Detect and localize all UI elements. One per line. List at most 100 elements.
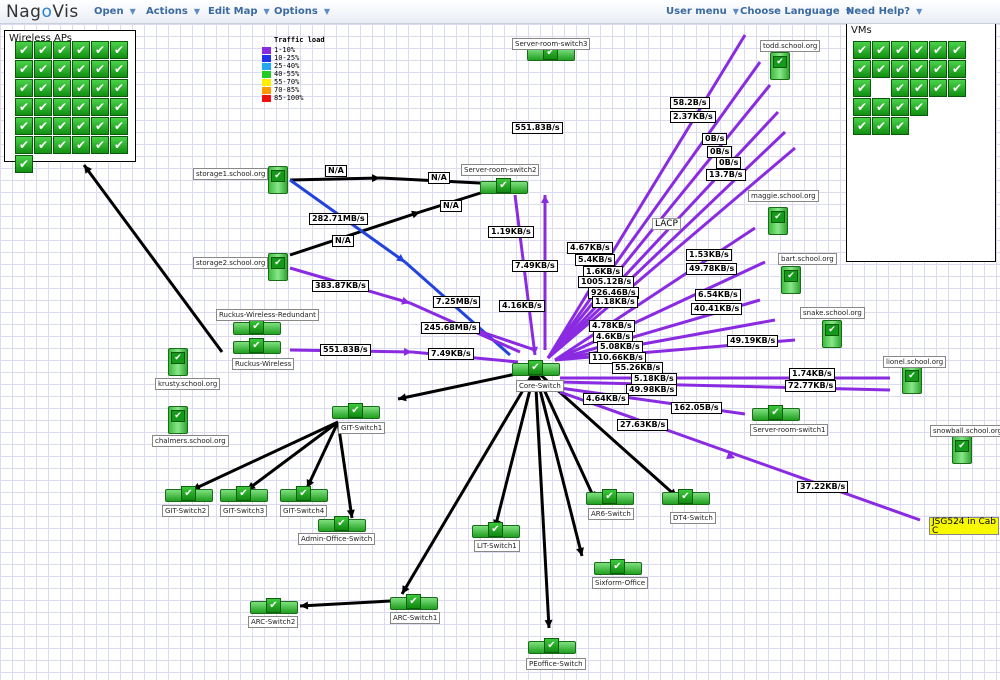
switch-icon-sixform[interactable]: ✔ [594, 559, 642, 575]
node-label-admin[interactable]: Admin-Office-Switch [298, 533, 376, 545]
menu-actions[interactable]: Actions ▼ [146, 6, 200, 17]
traffic-label-t4[interactable]: N/A [332, 235, 354, 247]
status-ok-tile[interactable]: ✔ [53, 98, 71, 116]
node-label-todd[interactable]: todd.school.org [760, 40, 821, 52]
server-icon-todd[interactable]: ✔ [770, 52, 790, 80]
node-label-storage1[interactable]: storage1.school.org [193, 168, 269, 180]
node-label-snowball[interactable]: snowball.school.org [930, 425, 1000, 437]
link-line[interactable] [533, 369, 551, 629]
status-ok-tile[interactable]: ✔ [53, 41, 71, 59]
traffic-label-t40[interactable]: 72.77KB/s [785, 380, 837, 392]
status-ok-tile[interactable]: ✔ [34, 79, 52, 97]
status-ok-tile[interactable]: ✔ [72, 41, 90, 59]
node-label-lit[interactable]: LIT-Switch1 [474, 540, 520, 552]
traffic-label-t38[interactable]: 49.98KB/s [626, 384, 678, 396]
status-ok-tile[interactable]: ✔ [34, 117, 52, 135]
status-ok-tile[interactable]: ✔ [872, 98, 890, 116]
node-label-snake[interactable]: snake.school.org [800, 307, 865, 319]
wireless-aps-group[interactable]: Wireless APs ✔ ✔ ✔ ✔ ✔ ✔ ✔ ✔ ✔ ✔ ✔ ✔ ✔ ✔ ✔ ✔ ✔ ✔ ✔ ✔ ✔ ✔ ✔ ✔ ✔ ✔ ✔… [4, 30, 136, 173]
traffic-label-t44[interactable]: 37.22KB/s [797, 481, 849, 493]
status-ok-tile[interactable]: ✔ [948, 79, 966, 97]
status-ok-tile[interactable]: ✔ [91, 117, 109, 135]
status-ok-tile[interactable]: ✔ [34, 41, 52, 59]
traffic-label-t42[interactable]: 162.05B/s [671, 402, 722, 414]
switch-icon-ruckus[interactable]: ✔ [233, 338, 281, 354]
node-label-srs3[interactable]: Server-room-switch3 [512, 38, 591, 50]
status-ok-tile[interactable]: ✔ [110, 79, 128, 97]
traffic-label-t21[interactable]: 4.67KB/s [567, 242, 613, 254]
traffic-label-t28[interactable]: 49.78KB/s [686, 263, 738, 275]
node-label-maggie[interactable]: maggie.school.org [748, 190, 819, 202]
traffic-label-t5[interactable]: 282.71MB/s [309, 213, 368, 225]
switch-icon-srs1[interactable]: ✔ [752, 405, 800, 421]
traffic-label-t7[interactable]: 1.19KB/s [488, 226, 534, 238]
switch-icon-ruckus_red[interactable]: ✔ [233, 319, 281, 335]
status-ok-tile[interactable]: ✔ [15, 41, 33, 59]
link-line[interactable] [289, 176, 381, 182]
status-ok-tile[interactable]: ✔ [891, 98, 909, 116]
status-ok-tile[interactable]: ✔ [15, 136, 33, 154]
status-ok-tile[interactable]: ✔ [15, 155, 33, 173]
traffic-label-t8[interactable]: 7.49KB/s [512, 260, 558, 272]
switch-icon-arc2[interactable]: ✔ [250, 598, 298, 614]
switch-icon-git4[interactable]: ✔ [280, 486, 328, 502]
node-label-git2[interactable]: GIT-Switch2 [162, 505, 210, 517]
vms-group[interactable]: VMs ✔ ✔ ✔ ✔ ✔ ✔ ✔ ✔ ✔ ✔ ✔ ✔ ✔ ✔ ✔ ✔ ✔ ✔ ✔ ✔ ✔ ✔ ✔ ✔ [846, 22, 996, 262]
status-ok-tile[interactable]: ✔ [891, 41, 909, 59]
traffic-label-t20[interactable]: 13.7B/s [706, 169, 746, 181]
nagvis-logo[interactable]: NagoVis [6, 2, 79, 22]
node-label-srs1[interactable]: Server-room-switch1 [750, 424, 829, 436]
node-label-arc2[interactable]: ARC-Switch2 [248, 616, 299, 628]
status-ok-tile[interactable]: ✔ [110, 136, 128, 154]
link-line[interactable] [400, 369, 537, 595]
link-line[interactable] [559, 380, 891, 392]
traffic-label-t30[interactable]: 40.41KB/s [691, 303, 743, 315]
switch-icon-git3[interactable]: ✔ [220, 486, 268, 502]
node-label-ruckus[interactable]: Ruckus-Wireless [232, 358, 295, 370]
status-ok-tile[interactable]: ✔ [872, 60, 890, 78]
traffic-label-t2[interactable]: N/A [428, 172, 450, 184]
server-icon-maggie[interactable]: ✔ [768, 207, 788, 235]
traffic-label-t3[interactable]: N/A [440, 200, 462, 212]
menu-open[interactable]: Open ▼ [94, 6, 136, 17]
link-line[interactable] [246, 420, 339, 492]
status-ok-tile[interactable]: ✔ [110, 60, 128, 78]
node-label-arc1[interactable]: ARC-Switch1 [390, 612, 441, 624]
status-ok-tile[interactable]: ✔ [853, 41, 871, 59]
traffic-label-t11[interactable]: 4.16KB/s [499, 300, 545, 312]
node-label-core[interactable]: Core-Switch [516, 380, 564, 392]
status-ok-tile[interactable]: ✔ [853, 79, 871, 97]
traffic-label-t35[interactable]: 49.19KB/s [727, 335, 779, 347]
node-label-git1[interactable]: GIT-Switch1 [338, 422, 386, 434]
status-ok-tile[interactable]: ✔ [110, 41, 128, 59]
node-label-ruckus_red[interactable]: Ruckus-Wireless-Redundant [216, 309, 319, 321]
switch-icon-pe[interactable]: ✔ [528, 638, 576, 654]
server-icon-bart[interactable]: ✔ [781, 266, 801, 294]
status-ok-tile[interactable]: ✔ [15, 98, 33, 116]
status-ok-tile[interactable]: ✔ [91, 79, 109, 97]
status-ok-tile[interactable]: ✔ [891, 60, 909, 78]
menu-language[interactable]: Choose Language ▼ [740, 6, 852, 17]
status-ok-tile[interactable]: ✔ [853, 60, 871, 78]
traffic-label-t13[interactable]: 551.83B/s [320, 344, 371, 356]
status-ok-tile[interactable]: ✔ [929, 60, 947, 78]
status-ok-tile[interactable]: ✔ [948, 41, 966, 59]
server-icon-krusty[interactable]: ✔ [168, 348, 188, 376]
node-label-krusty[interactable]: krusty.school.org [155, 378, 221, 390]
link-line[interactable] [336, 421, 354, 519]
status-ok-tile[interactable]: ✔ [15, 60, 33, 78]
traffic-label-t41[interactable]: 4.64KB/s [583, 393, 629, 405]
status-ok-tile[interactable]: ✔ [72, 79, 90, 97]
switch-icon-ar6[interactable]: ✔ [586, 489, 634, 505]
traffic-label-t16[interactable]: 2.37KB/s [670, 111, 716, 123]
node-label-sixform[interactable]: Sixform-Office [592, 577, 649, 589]
status-ok-tile[interactable]: ✔ [72, 117, 90, 135]
status-ok-tile[interactable]: ✔ [34, 98, 52, 116]
menu-edit-map[interactable]: Edit Map ▼ [208, 6, 270, 17]
traffic-label-t9[interactable]: 383.87KB/s [312, 280, 369, 292]
status-ok-tile[interactable]: ✔ [910, 98, 928, 116]
link-line[interactable] [191, 420, 339, 492]
jsg524-textbox[interactable]: JSG524 in Cab C [929, 517, 999, 536]
traffic-label-t26[interactable]: 1.18KB/s [592, 296, 638, 308]
status-ok-tile[interactable]: ✔ [853, 117, 871, 135]
